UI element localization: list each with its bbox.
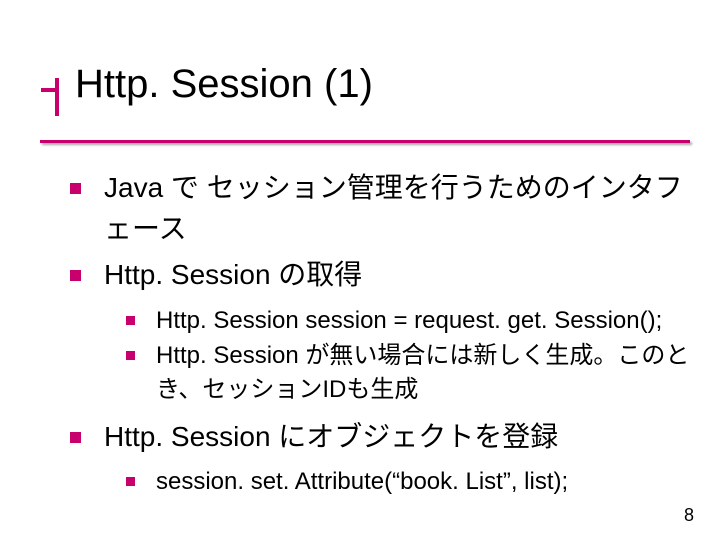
bullet-l2: Http. Session が無い場合には新しく生成。このとき、セッションIDも… (126, 339, 690, 406)
title-accent-icon (55, 78, 59, 116)
page-number: 8 (684, 505, 694, 526)
slide-content: Java で セッション管理を行うためのインタフェース Http. Sessio… (70, 168, 690, 499)
slide-title: Http. Session (1) (55, 60, 720, 108)
bullet-text: Http. Session にオブジェクトを登録 (104, 421, 558, 452)
title-wrap: Http. Session (1) (55, 60, 720, 132)
bullet-l2: Http. Session session = request. get. Se… (126, 304, 690, 338)
bullet-text: Http. Session session = request. get. Se… (156, 307, 662, 334)
bullet-text: Http. Session の取得 (104, 259, 362, 290)
bullet-text: Java で セッション管理を行うためのインタフェース (104, 172, 683, 244)
bullet-l1: Java で セッション管理を行うためのインタフェース (70, 168, 690, 249)
bullet-l2: session. set. Attribute(“book. List”, li… (126, 465, 690, 499)
bullet-l1: Http. Session の取得 Http. Session session … (70, 255, 690, 406)
bullet-text: Http. Session が無い場合には新しく生成。このとき、セッションIDも… (156, 342, 689, 403)
slide: Http. Session (1) Java で セッション管理を行うためのイン… (0, 0, 720, 540)
bullet-l1: Http. Session にオブジェクトを登録 session. set. A… (70, 417, 690, 499)
bullet-text: session. set. Attribute(“book. List”, li… (156, 468, 568, 495)
title-underline (40, 140, 690, 143)
